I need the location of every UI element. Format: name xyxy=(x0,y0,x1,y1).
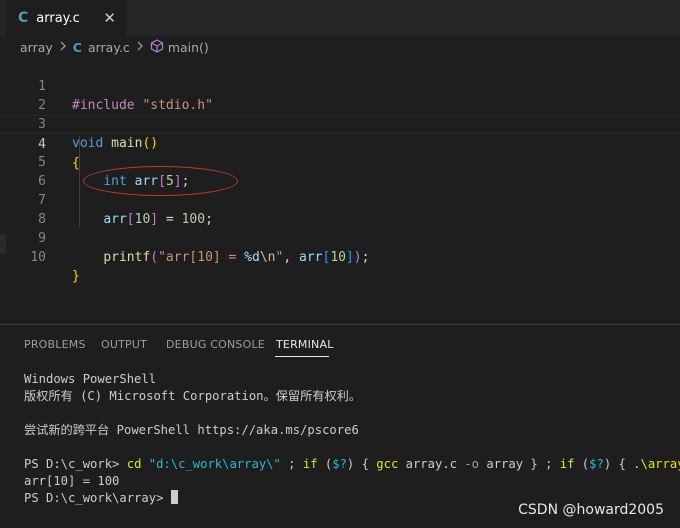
tab-output[interactable]: OUTPUT xyxy=(101,338,147,351)
terminal-line: 尝试新的跨平台 PowerShell https://aka.ms/pscore… xyxy=(24,423,359,437)
terminal-blank xyxy=(24,405,680,422)
code-line: 2 xyxy=(0,77,680,113)
code-line: 6 xyxy=(0,153,680,189)
tab-label: array.c xyxy=(36,10,80,26)
terminal-line: Windows PowerShell xyxy=(24,372,157,386)
code-line: 3 void main() xyxy=(0,96,680,151)
code-token: } xyxy=(72,269,80,284)
tab-bar: C array.c ✕ xyxy=(0,0,680,36)
c-file-icon: C xyxy=(18,10,29,26)
terminal-blank xyxy=(24,439,680,456)
code-line: 1 #include "stdio.h" xyxy=(0,58,680,113)
code-line: 5 int arr[5]; xyxy=(0,134,680,189)
close-icon[interactable]: ✕ xyxy=(103,9,116,27)
code-line-current: 4 { xyxy=(0,115,680,171)
terminal-line: 版权所有 (C) Microsoft Corporation。保留所有权利。 xyxy=(24,389,362,403)
breadcrumb: array C array.c main() xyxy=(0,36,680,58)
code-line: 8 xyxy=(0,191,680,227)
breadcrumb-symbol[interactable]: main() xyxy=(168,40,209,55)
tab-array-c[interactable]: C array.c ✕ xyxy=(6,0,126,36)
line-number: 10 xyxy=(30,250,46,265)
watermark: CSDN @howard2005 xyxy=(518,502,664,518)
chevron-right-icon xyxy=(136,40,144,54)
terminal[interactable]: Windows PowerShell 版权所有 (C) Microsoft Co… xyxy=(24,371,680,507)
code-editor[interactable]: 1 #include "stdio.h" 2 3 void main() 4 {… xyxy=(0,58,680,325)
annotation-ellipse xyxy=(83,166,238,196)
tab-problems[interactable]: PROBLEMS xyxy=(24,338,86,351)
indent-guide xyxy=(79,136,80,227)
breadcrumb-folder[interactable]: array xyxy=(20,40,53,55)
bottom-panel: PROBLEMS OUTPUT DEBUG CONSOLE TERMINAL W… xyxy=(0,324,680,528)
cube-symbol-icon xyxy=(150,38,164,56)
breadcrumb-file[interactable]: array.c xyxy=(88,40,130,55)
tab-debug-console[interactable]: DEBUG CONSOLE xyxy=(166,338,265,351)
scroll-indicator xyxy=(0,234,6,254)
chevron-right-icon xyxy=(59,40,67,54)
code-token: printf xyxy=(103,250,151,265)
terminal-output: arr[10] = 100 xyxy=(24,474,120,488)
code-line: 9 printf("arr[10] = %d\n", arr[10]); xyxy=(0,210,680,265)
active-tab-indicator xyxy=(275,356,329,357)
terminal-cursor xyxy=(170,490,178,504)
panel-tabs: PROBLEMS OUTPUT DEBUG CONSOLE TERMINAL xyxy=(0,325,680,361)
tab-terminal[interactable]: TERMINAL xyxy=(276,338,334,351)
c-file-icon: C xyxy=(72,39,82,55)
code-line: 10 } xyxy=(0,229,680,284)
terminal-command-line: PS D:\c_work> cd "d:\c_work\array\" ; if… xyxy=(24,457,680,471)
